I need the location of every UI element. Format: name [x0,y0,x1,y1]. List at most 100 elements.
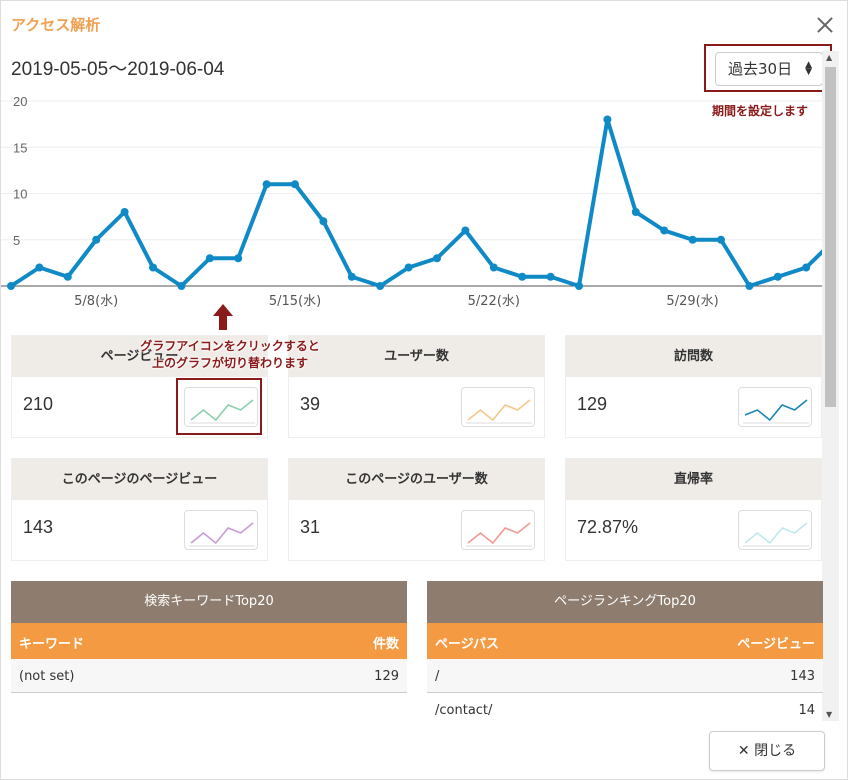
data-point [177,282,186,290]
data-point [347,272,356,281]
data-point [234,254,243,263]
y-tick-label: 5 [13,233,20,248]
graph-toggle-icon[interactable] [461,510,535,550]
period-selected-value: 過去30日 [728,60,793,78]
data-point [433,254,441,263]
table-row: / 143 [427,659,823,693]
dialog-title: アクセス解析 [11,16,101,34]
stat-value: 39 [300,394,321,414]
date-range: 2019-05-05～2019-06-04 [11,59,225,80]
sparkline-chart [466,399,532,424]
access-line-chart: 20 15 10 5 5/8(水) 5/15(水) 5/22(水) 5/29(水) [1,94,823,309]
data-point [660,226,669,235]
x-tick-label: 5/8(水) [74,294,118,309]
data-point [35,263,44,272]
data-point [92,235,101,244]
data-point [802,263,811,272]
stat-label: 訪問数 [566,336,821,377]
sparkline-line [744,522,808,545]
data-point [773,272,782,281]
path-cell: / [435,669,440,684]
sparkline-chart [466,522,532,547]
callout-line-2: 上のグラフが切り替わります [151,356,308,370]
views-cell: 143 [790,669,815,684]
pages-table: ページランキングTop20 ページパス ページビュー / 143 /contac… [427,581,823,727]
data-point [546,272,555,281]
x-tick-label: 5/15(水) [269,294,321,309]
select-arrows-icon: ▲ ▼ [805,60,812,77]
data-point [603,115,612,124]
up-arrow-icon [213,304,233,330]
sparkline-chart [743,399,809,424]
callout-text: グラフアイコンをクリックすると 上のグラフが切り替わります [127,338,333,372]
stat-card-page-users: このページのユーザー数 31 [288,458,545,561]
x-tick-label: 5/29(水) [666,294,718,309]
y-tick-label: 10 [13,187,27,202]
stat-value: 129 [577,394,608,414]
column-header-count: 件数 [372,637,399,652]
stat-value: 143 [23,517,54,537]
data-point [149,263,157,272]
data-point [7,282,15,290]
graph-toggle-icon[interactable] [461,387,535,427]
data-point [631,208,640,216]
y-tick-label: 20 [13,94,27,109]
x-tick-label: 5/22(水) [468,294,520,309]
sparkline-chart [743,522,809,547]
stat-label: このページのユーザー数 [289,459,544,500]
scroll-up-icon[interactable]: ▲ [826,53,832,62]
data-point [262,180,271,189]
data-point [376,282,385,290]
stat-label: 直帰率 [566,459,821,500]
sparkline-line [190,522,254,545]
stat-value: 210 [23,394,54,414]
stat-value: 72.87% [577,517,639,537]
data-point [319,217,328,226]
stat-card-visits: 訪問数 129 [565,335,822,438]
graph-icon-highlight-box [176,378,262,435]
analytics-dialog: アクセス解析 2019-05-05～2019-06-04 過去30日 ▲ ▼ 期間… [0,0,848,780]
column-header-keyword: キーワード [19,637,85,652]
graph-toggle-icon[interactable] [738,387,812,427]
stat-card-page-pageviews: このページのページビュー 143 [11,458,268,561]
table-header: ページパス ページビュー [427,623,823,659]
sparkline-line [467,399,531,422]
data-point [120,208,129,216]
stat-card-bounce-rate: 直帰率 72.87% [565,458,822,561]
table-row: (not set) 129 [11,659,407,693]
table-title: 検索キーワードTop20 [11,581,407,623]
data-point [745,282,754,290]
data-point [717,235,725,244]
data-point [205,254,214,263]
scroll-down-icon[interactable]: ▼ [826,710,832,719]
scrollbar[interactable]: ▲ ▼ [822,51,839,721]
callout-line-1: グラフアイコンをクリックすると [140,339,320,353]
column-header-path: ページパス [435,637,499,652]
table-title: ページランキングTop20 [427,581,823,623]
stat-label: このページのページビュー [12,459,267,500]
count-cell: 129 [374,669,399,684]
sparkline-line [467,522,531,545]
period-select[interactable]: 過去30日 ▲ ▼ [715,52,823,86]
close-icon[interactable] [815,15,835,35]
data-point [575,282,583,290]
close-button-label: 閉じる [754,743,797,759]
table-row: /contact/ 14 [427,693,823,727]
table-header: キーワード 件数 [11,623,407,659]
data-point [688,235,697,244]
keyword-cell: (not set) [19,669,75,684]
column-header-views: ページビュー [737,637,815,652]
graph-toggle-icon[interactable] [184,510,258,550]
sparkline-chart [189,522,255,547]
scroll-thumb[interactable] [825,67,836,407]
close-button[interactable]: ✕ 閉じる [709,731,825,771]
graph-toggle-icon[interactable] [738,510,812,550]
stat-value: 31 [300,517,321,537]
data-point [291,180,299,189]
data-point [518,272,527,281]
keywords-table: 検索キーワードTop20 キーワード 件数 (not set) 129 [11,581,407,693]
y-tick-label: 15 [13,140,27,155]
data-point [63,272,72,281]
path-cell: /contact/ [435,703,493,718]
data-point [461,226,470,235]
